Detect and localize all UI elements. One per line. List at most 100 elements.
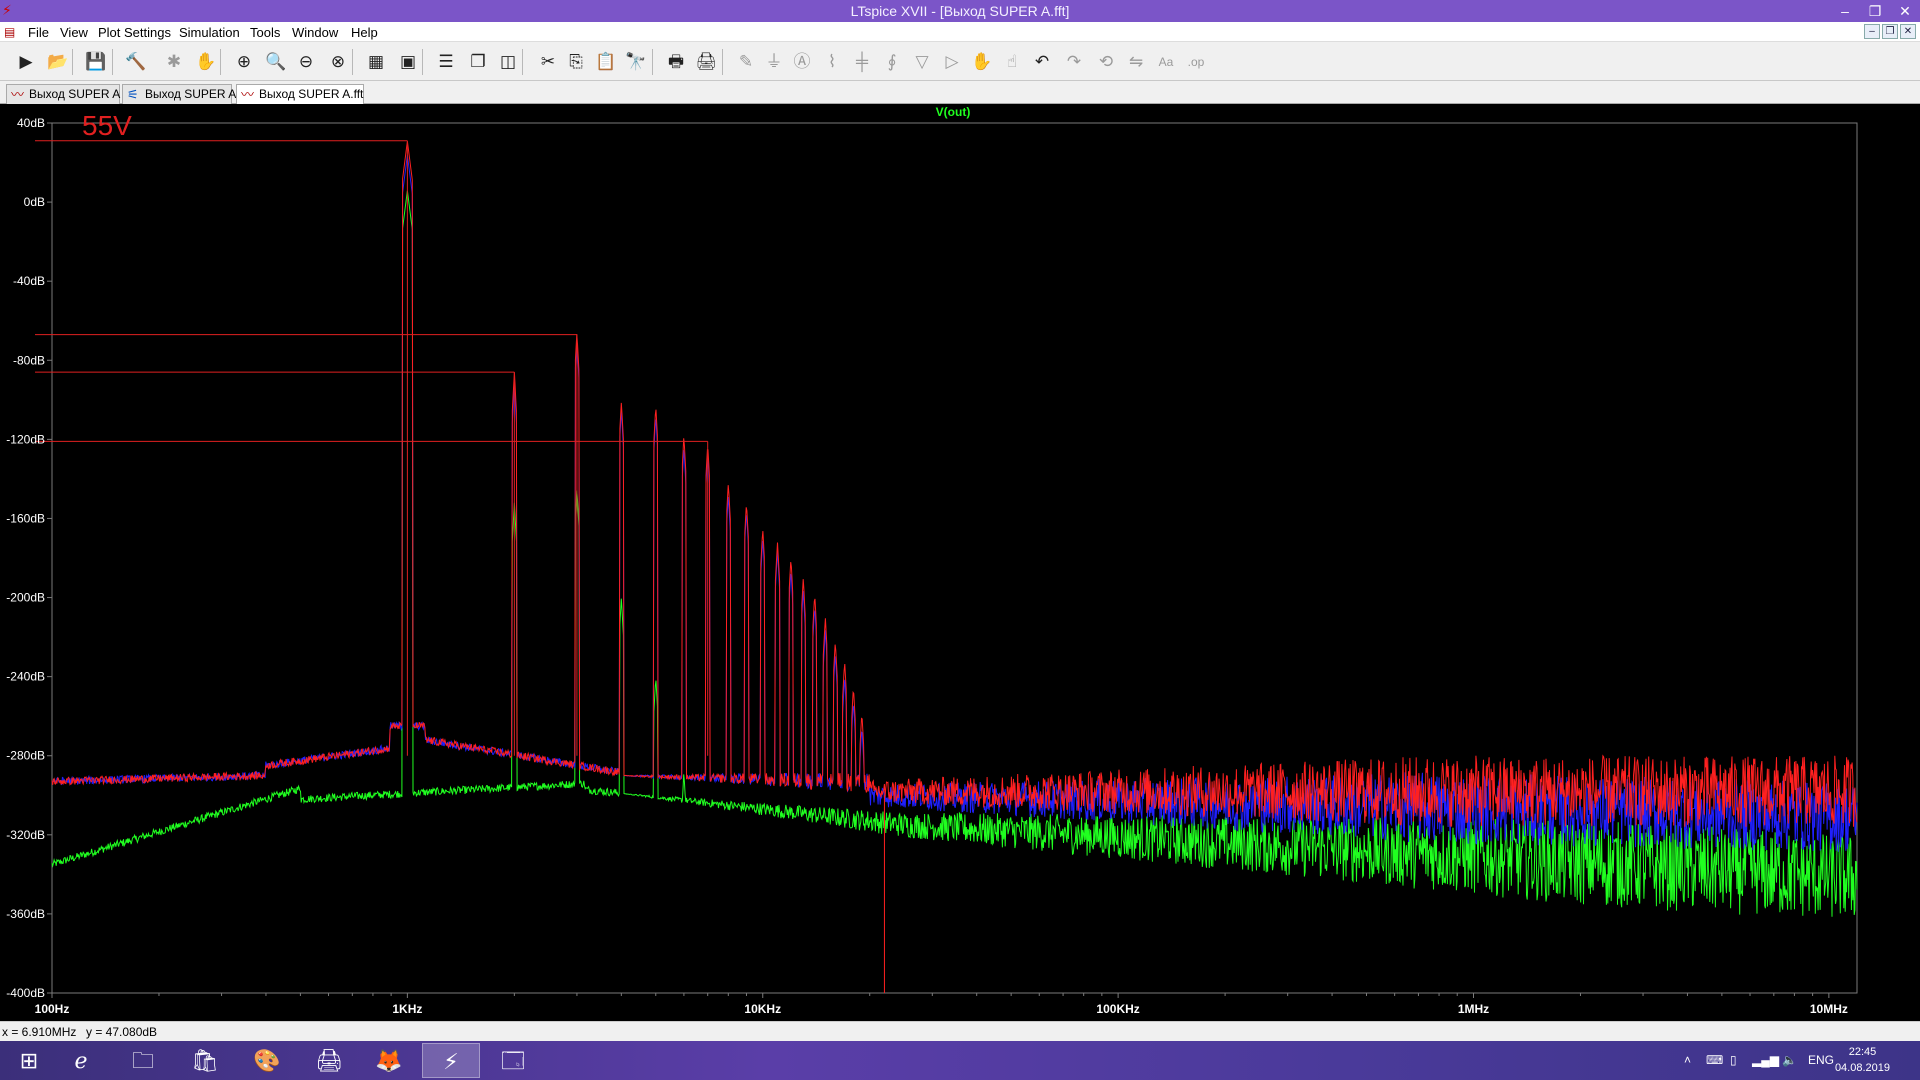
toolbar-separator: [352, 49, 353, 75]
y-tick-label: -40dB: [13, 274, 45, 288]
menu-window[interactable]: Window: [292, 25, 338, 40]
spice-directive-icon[interactable]: .op: [1184, 50, 1208, 74]
inductor-icon[interactable]: ∮: [880, 50, 904, 74]
view-fit-icon[interactable]: ▣: [396, 50, 420, 74]
tray-signal-icon[interactable]: ▂▄▆: [1752, 1041, 1779, 1080]
save-icon[interactable]: 💾: [84, 50, 108, 74]
tab-schematic[interactable]: ⚟ Выход SUPER A: [122, 84, 236, 104]
status-bar: x = 6.910MHz y = 47.080dB: [0, 1021, 1920, 1041]
schematic-icon: ⚟: [127, 87, 139, 102]
redo-icon[interactable]: ↷: [1062, 50, 1086, 74]
wire-icon[interactable]: ✎: [734, 50, 758, 74]
y-tick-label: -80dB: [13, 353, 45, 367]
x-tick-label: 1MHz: [1458, 1002, 1489, 1016]
label-icon[interactable]: Ⓐ: [790, 50, 814, 74]
window-app-icon[interactable]: 🗔: [484, 1043, 542, 1078]
tile-horizontal-icon[interactable]: ☰: [434, 50, 458, 74]
y-tick-label: -160dB: [6, 511, 45, 525]
firefox-icon[interactable]: 🦊: [360, 1043, 418, 1078]
child-close-button[interactable]: ✕: [1900, 24, 1916, 39]
title-bar: ⚡ LTspice XVII - [Выход SUPER A.fft] – ❐…: [0, 0, 1920, 22]
open-icon[interactable]: 📂: [46, 50, 70, 74]
cut-icon[interactable]: ✂: [536, 50, 560, 74]
run-icon[interactable]: ▶: [14, 50, 38, 74]
diode-icon[interactable]: ▽: [910, 50, 934, 74]
menu-plot-settings[interactable]: Plot Settings: [98, 25, 171, 40]
language-indicator[interactable]: ENG: [1808, 1041, 1834, 1080]
menu-view[interactable]: View: [60, 25, 88, 40]
tab-waveform[interactable]: 〰 Выход SUPER A: [6, 84, 120, 104]
y-tick-label: -120dB: [6, 432, 45, 446]
y-tick-label: -320dB: [6, 828, 45, 842]
y-tick-label: -240dB: [6, 670, 45, 684]
trace-label-vout[interactable]: V(out): [936, 105, 971, 119]
undo-icon[interactable]: ↶: [1030, 50, 1054, 74]
zoom-full-icon[interactable]: ⊗: [326, 50, 350, 74]
tray-volume-icon[interactable]: 🔈: [1782, 1041, 1797, 1080]
close-button[interactable]: ✕: [1890, 0, 1920, 22]
tray-network-device-icon[interactable]: ▯: [1730, 1041, 1737, 1080]
zoom-area-icon[interactable]: 🔍: [264, 50, 288, 74]
tile-vertical-icon[interactable]: ◫: [496, 50, 520, 74]
ground-icon[interactable]: ⏚: [762, 50, 786, 74]
paste-icon[interactable]: 📋: [594, 50, 618, 74]
move-icon[interactable]: ✋: [970, 50, 994, 74]
print-icon[interactable]: 🖶: [664, 50, 688, 74]
print-setup-icon[interactable]: 🖨: [694, 50, 718, 74]
halt-icon[interactable]: ✱: [162, 50, 186, 74]
x-tick-label: 100Hz: [35, 1002, 70, 1016]
component-icon[interactable]: ▷: [940, 50, 964, 74]
menu-simulation[interactable]: Simulation: [179, 25, 240, 40]
x-tick-label: 1KHz: [392, 1002, 422, 1016]
clock-date: 04.08.2019: [1834, 1062, 1890, 1074]
tray-keyboard-icon[interactable]: ⌨: [1706, 1041, 1723, 1080]
y-tick-label: -200dB: [6, 591, 45, 605]
zoom-out-icon[interactable]: ⊖: [294, 50, 318, 74]
autorange-icon[interactable]: ▦: [364, 50, 388, 74]
store-icon[interactable]: 🛍: [176, 1043, 234, 1078]
clock[interactable]: 22:45 04.08.2019: [1835, 1044, 1890, 1076]
menu-tools[interactable]: Tools: [250, 25, 280, 40]
pan-icon[interactable]: ✋: [194, 50, 218, 74]
copy-icon[interactable]: ⎘: [564, 50, 588, 74]
mirror-icon[interactable]: ⇋: [1124, 50, 1148, 74]
minimize-button[interactable]: –: [1830, 0, 1860, 22]
toolbar-separator: [220, 49, 221, 75]
fft-icon: 〰: [241, 87, 255, 102]
cascade-icon[interactable]: ❐: [466, 50, 490, 74]
find-icon[interactable]: 🔭: [624, 50, 648, 74]
plot-frame: [51, 122, 1858, 994]
ltspice-icon[interactable]: ⚡: [422, 1043, 480, 1078]
child-restore-button[interactable]: ❐: [1882, 24, 1898, 39]
plot-pane[interactable]: 40dB 0dB -40dB -80dB -120dB -160dB -200dB -240d…: [0, 104, 1920, 1021]
y-tick-label: -360dB: [6, 907, 45, 921]
resistor-icon[interactable]: ⌇: [820, 50, 844, 74]
text-icon[interactable]: Aa: [1154, 50, 1178, 74]
child-minimize-button[interactable]: –: [1864, 24, 1880, 39]
restore-button[interactable]: ❐: [1860, 0, 1890, 22]
tab-label: Выход SUPER A.fft: [259, 87, 364, 101]
x-tick-label: 10KHz: [744, 1002, 781, 1016]
start-icon[interactable]: ⊞: [0, 1043, 58, 1078]
voltage-annotation[interactable]: 55V: [82, 110, 132, 141]
paint-icon[interactable]: 🎨: [238, 1043, 296, 1078]
internet-explorer-icon[interactable]: ℯ: [52, 1043, 110, 1078]
blue-trace: [51, 155, 1858, 852]
document-icon[interactable]: ▤: [4, 25, 15, 39]
capacitor-icon[interactable]: ╪: [850, 50, 874, 74]
file-explorer-icon[interactable]: 🗀: [114, 1043, 172, 1078]
tray-chevron-icon[interactable]: ˄: [1684, 1041, 1691, 1080]
fft-plot[interactable]: 40dB 0dB -40dB -80dB -120dB -160dB -200dB -240d…: [0, 104, 1920, 1021]
zoom-in-icon[interactable]: ⊕: [232, 50, 256, 74]
rotate-icon[interactable]: ⟲: [1094, 50, 1118, 74]
tab-fft[interactable]: 〰 Выход SUPER A.fft: [236, 84, 364, 105]
control-panel-icon[interactable]: 🔨: [124, 50, 148, 74]
drag-icon[interactable]: ☝: [1000, 50, 1024, 74]
toolbar-separator: [722, 49, 723, 75]
menu-file[interactable]: File: [28, 25, 49, 40]
toolbar-separator: [112, 49, 113, 75]
tab-label: Выход SUPER A: [145, 87, 237, 101]
printer-app-icon[interactable]: 🖨: [300, 1043, 358, 1078]
taskbar: 🗔 ⚡ 🦊 🖨 🎨 🛍 🗀 ℯ ⊞ ˄ ⌨ ▯ ▂▄▆ 🔈 ENG 22:45 04.08.20…: [0, 1041, 1920, 1080]
menu-help[interactable]: Help: [351, 25, 378, 40]
